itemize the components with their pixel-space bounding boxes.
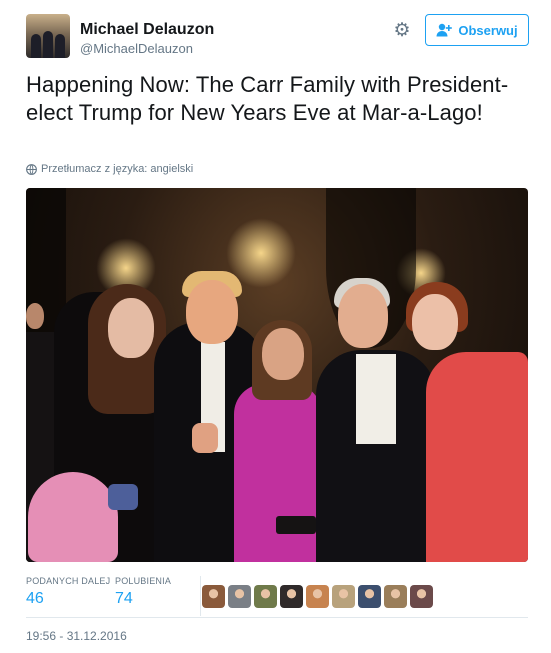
tweet-header: Michael Delauzon @MichaelDelauzon ⚙ Obse…	[26, 14, 529, 62]
likes-label: POLUBIENIA	[115, 576, 172, 586]
translate-label: Przetłumacz z języka: angielski	[41, 163, 194, 175]
tweet-text: Happening Now: The Carr Family with Pres…	[26, 72, 509, 125]
liker-avatar-7[interactable]	[358, 585, 381, 608]
tweet-stats: PODANYCH DALEJ 46 POLUBIENIA 74	[26, 576, 528, 616]
person-head	[262, 328, 304, 380]
liker-avatar-9[interactable]	[410, 585, 433, 608]
clutch-purse	[108, 484, 138, 510]
avatar-figure	[55, 34, 65, 58]
likes-count: 74	[115, 590, 133, 607]
liker-avatar-5[interactable]	[306, 585, 329, 608]
author-name[interactable]: Michael Delauzon	[80, 21, 214, 39]
person-head	[26, 303, 44, 329]
tweet-photo[interactable]	[26, 188, 528, 562]
author-avatar[interactable]	[26, 14, 70, 58]
person-head	[412, 294, 458, 350]
add-user-icon	[436, 23, 453, 37]
retweets-stat[interactable]: PODANYCH DALEJ 46	[26, 576, 110, 608]
pink-wrap	[28, 472, 118, 562]
person-head	[186, 280, 238, 344]
liker-avatar-1[interactable]	[202, 585, 225, 608]
stats-divider	[200, 576, 201, 616]
liker-avatar-6[interactable]	[332, 585, 355, 608]
globe-icon	[26, 163, 37, 175]
white-shirt	[356, 354, 396, 444]
thumbs-up-hand	[192, 423, 218, 453]
person-head	[108, 298, 154, 358]
tweet-timestamp[interactable]: 19:56 - 31.12.2016	[26, 629, 127, 643]
liker-avatar-3[interactable]	[254, 585, 277, 608]
follow-button[interactable]: Obserwuj	[425, 14, 529, 46]
divider	[26, 617, 528, 618]
translate-link[interactable]: Przetłumacz z języka: angielski	[26, 163, 193, 175]
retweets-count: 46	[26, 590, 44, 607]
person-woman-red-dress	[426, 352, 528, 562]
author-handle[interactable]: @MichaelDelauzon	[80, 41, 193, 56]
likers-avatars	[202, 585, 433, 608]
follow-button-label: Obserwuj	[458, 22, 518, 38]
likes-stat[interactable]: POLUBIENIA 74	[115, 576, 171, 608]
avatar-figure	[43, 31, 53, 58]
person-woman-magenta-dress	[234, 384, 322, 562]
retweets-label: PODANYCH DALEJ	[26, 576, 111, 586]
person-head	[338, 284, 388, 348]
avatar-figure	[31, 34, 41, 58]
liker-avatar-4[interactable]	[280, 585, 303, 608]
gear-icon[interactable]: ⚙	[393, 21, 411, 40]
liker-avatar-2[interactable]	[228, 585, 251, 608]
clutch-purse	[276, 516, 316, 534]
liker-avatar-8[interactable]	[384, 585, 407, 608]
